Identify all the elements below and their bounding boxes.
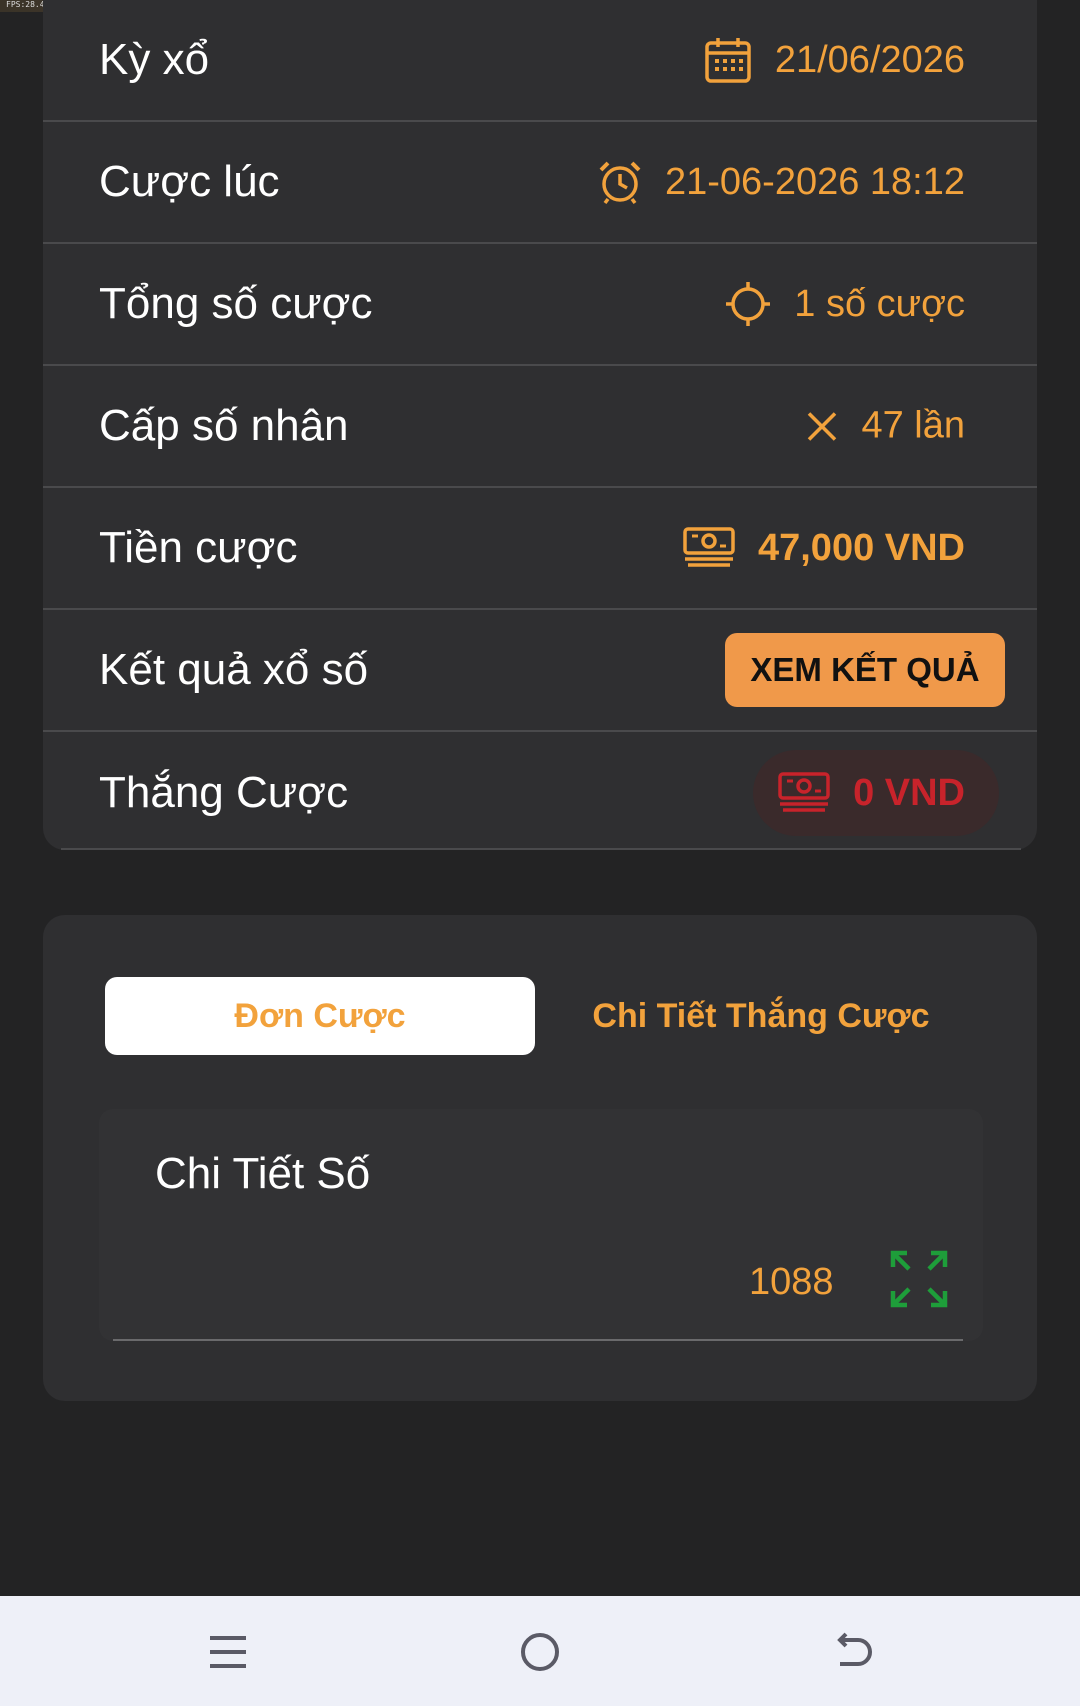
crosshair-icon	[724, 280, 772, 328]
winnings-label: Thắng Cược	[99, 768, 349, 817]
multiply-icon	[805, 409, 839, 443]
draw-label: Kỳ xổ	[99, 35, 210, 84]
total-bets-value-group: 1 số cược	[724, 280, 965, 328]
row-winnings: Thắng Cược 0 VND	[43, 732, 1037, 854]
row-draw: Kỳ xổ 21/06/2026	[43, 0, 1037, 122]
fps-counter: FPS:28.4	[6, 0, 45, 9]
bet-time-label: Cược lúc	[99, 157, 280, 206]
row-bet-time: Cược lúc 21-06-2026 18:12	[43, 122, 1037, 244]
number-detail-card: Chi Tiết Số 1088	[99, 1109, 983, 1341]
result-label: Kết quả xổ số	[99, 645, 369, 694]
stake-value-group: 47,000 VND	[682, 526, 965, 570]
detail-card: Đơn Cược Chi Tiết Thắng Cược Chi Tiết Số…	[43, 915, 1037, 1401]
row-stake: Tiền cược 47,000 VND	[43, 488, 1037, 610]
bet-info-card: Kỳ xổ 21/06/2026 Cược lúc 21-06-2026 18:…	[43, 0, 1037, 850]
bet-time-value-group: 21-06-2026 18:12	[597, 159, 965, 205]
money-stack-icon	[777, 771, 831, 815]
row-result: Kết quả xổ số XEM KẾT QUẢ	[43, 610, 1037, 732]
winnings-value: 0 VND	[853, 771, 965, 814]
page: FPS:28.4 Kỳ xổ 21/06/2026 Cược lúc 21-06…	[0, 0, 1080, 1706]
number-detail-title: Chi Tiết Số	[155, 1149, 371, 1198]
home-icon[interactable]	[520, 1632, 560, 1672]
expand-icon[interactable]	[889, 1249, 949, 1309]
winnings-badge: 0 VND	[753, 750, 999, 836]
stake-label: Tiền cược	[99, 523, 298, 572]
system-nav-bar	[0, 1596, 1080, 1706]
total-bets-value: 1 số cược	[794, 282, 965, 325]
tab-bet-slip[interactable]: Đơn Cược	[105, 977, 535, 1055]
tab-win-details[interactable]: Chi Tiết Thắng Cược	[545, 977, 977, 1055]
back-icon[interactable]	[832, 1632, 874, 1672]
money-stack-icon	[682, 526, 736, 570]
calendar-icon	[703, 35, 753, 85]
draw-value-group: 21/06/2026	[703, 35, 965, 85]
alarm-clock-icon	[597, 159, 643, 205]
multiplier-value-group: 47 lần	[805, 405, 965, 448]
total-bets-label: Tổng số cược	[99, 279, 373, 328]
row-multiplier: Cấp số nhân 47 lần	[43, 366, 1037, 488]
view-result-button[interactable]: XEM KẾT QUẢ	[725, 633, 1005, 707]
stake-value: 47,000 VND	[757, 526, 965, 569]
card-divider	[61, 848, 1021, 850]
row-total-bets: Tổng số cược 1 số cược	[43, 244, 1037, 366]
multiplier-value: 47 lần	[861, 404, 965, 447]
bet-time-value: 21-06-2026 18:12	[664, 160, 965, 203]
bet-number: 1088	[749, 1261, 834, 1303]
multiplier-label: Cấp số nhân	[99, 401, 349, 450]
tab-bar: Đơn Cược Chi Tiết Thắng Cược	[105, 977, 977, 1055]
menu-icon[interactable]	[208, 1632, 248, 1672]
number-divider	[113, 1339, 963, 1341]
draw-value: 21/06/2026	[774, 38, 965, 81]
